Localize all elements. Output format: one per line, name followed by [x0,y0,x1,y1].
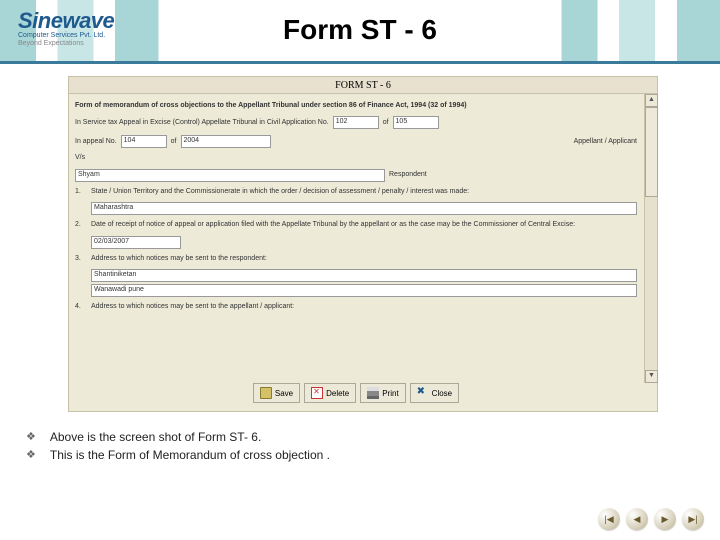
q2-text: Date of receipt of notice of appeal or a… [91,221,575,229]
label-appellant-role: Appellant / Applicant [574,138,637,146]
delete-label: Delete [326,389,349,398]
delete-icon [311,387,323,399]
print-icon [367,387,379,399]
q4-text: Address to which notices may be sent to … [91,303,294,311]
save-button[interactable]: Save [253,383,300,403]
scrollbar[interactable]: ▲ ▼ [644,94,657,383]
input-appeal-num1[interactable]: 102 [333,116,379,129]
row-appeal-no: In Service tax Appeal in Excise (Control… [75,116,637,129]
label-of-1: of [383,119,389,127]
q1-number: 1. [75,188,87,196]
save-icon [260,387,272,399]
nav-last-button[interactable]: ▶| [682,508,704,530]
input-inappeal-2[interactable]: 2004 [181,135,271,148]
scroll-down-icon[interactable]: ▼ [645,370,658,383]
form-body: Form of memorandum of cross objections t… [68,94,658,412]
q3-number: 3. [75,255,87,263]
print-button[interactable]: Print [360,383,405,403]
nav-prev-button[interactable]: ◀ [626,508,648,530]
slide-title: Form ST - 6 [0,14,720,46]
label-of-2: of [171,138,177,146]
bullet-2-text: This is the Form of Memorandum of cross … [50,448,330,462]
input-respondent-name[interactable]: Shyam [75,169,385,182]
input-q2-date[interactable]: 02/03/2007 [91,236,181,249]
label-respondent-role: Respondent [389,171,427,179]
input-appeal-num2[interactable]: 105 [393,116,439,129]
label-inappeal-pre: In appeal No. [75,138,117,146]
row-in-appeal: In appeal No. 104 of 2004 Appellant / Ap… [75,135,637,148]
input-q3-line2[interactable]: Wanawadi pune [91,284,637,297]
header-band: Sinewave Computer Services Pvt. Ltd. Bey… [0,0,720,62]
input-inappeal-1[interactable]: 104 [121,135,167,148]
q3-text: Address to which notices may be sent to … [91,255,267,263]
q2-number: 2. [75,221,87,229]
row-q3-input2: Wanawadi pune [75,284,637,297]
row-q4: 4. Address to which notices may be sent … [75,303,637,311]
slide-nav: |◀ ◀ ▶ ▶| [598,508,704,530]
slide-bullets: ❖ Above is the screen shot of Form ST- 6… [26,430,330,466]
bullet-2: ❖ This is the Form of Memorandum of cros… [26,448,330,462]
save-label: Save [275,389,293,398]
row-vs: V/s [75,154,637,162]
scroll-thumb[interactable] [645,107,658,197]
close-button[interactable]: Close [410,383,459,403]
bullet-icon: ❖ [26,430,36,444]
delete-button[interactable]: Delete [304,383,356,403]
form-heading: Form of memorandum of cross objections t… [75,102,637,110]
row-q3: 3. Address to which notices may be sent … [75,255,637,263]
form-titlebar: FORM ST - 6 [68,76,658,94]
row-q2-input: 02/03/2007 [75,236,637,249]
scroll-up-icon[interactable]: ▲ [645,94,658,107]
input-q1[interactable]: Maharashtra [91,202,637,215]
q4-number: 4. [75,303,87,311]
row-q3-input1: Shantiniketan [75,269,637,282]
nav-next-button[interactable]: ▶ [654,508,676,530]
print-label: Print [382,389,398,398]
row-q1: 1. State / Union Territory and the Commi… [75,188,637,196]
bullet-icon: ❖ [26,448,36,462]
q1-text: State / Union Territory and the Commissi… [91,188,469,196]
form-window: FORM ST - 6 Form of memorandum of cross … [68,76,658,412]
bullet-1-text: Above is the screen shot of Form ST- 6. [50,430,261,444]
header-underline [0,62,720,64]
label-appeal-pre: In Service tax Appeal in Excise (Control… [75,119,329,127]
close-icon [417,387,429,399]
close-label: Close [432,389,452,398]
input-q3-line1[interactable]: Shantiniketan [91,269,637,282]
row-q2: 2. Date of receipt of notice of appeal o… [75,221,637,229]
form-toolbar: Save Delete Print Close [69,383,643,407]
bullet-1: ❖ Above is the screen shot of Form ST- 6… [26,430,330,444]
row-respondent: Shyam Respondent [75,169,637,182]
nav-first-button[interactable]: |◀ [598,508,620,530]
row-q1-input: Maharashtra [75,202,637,215]
